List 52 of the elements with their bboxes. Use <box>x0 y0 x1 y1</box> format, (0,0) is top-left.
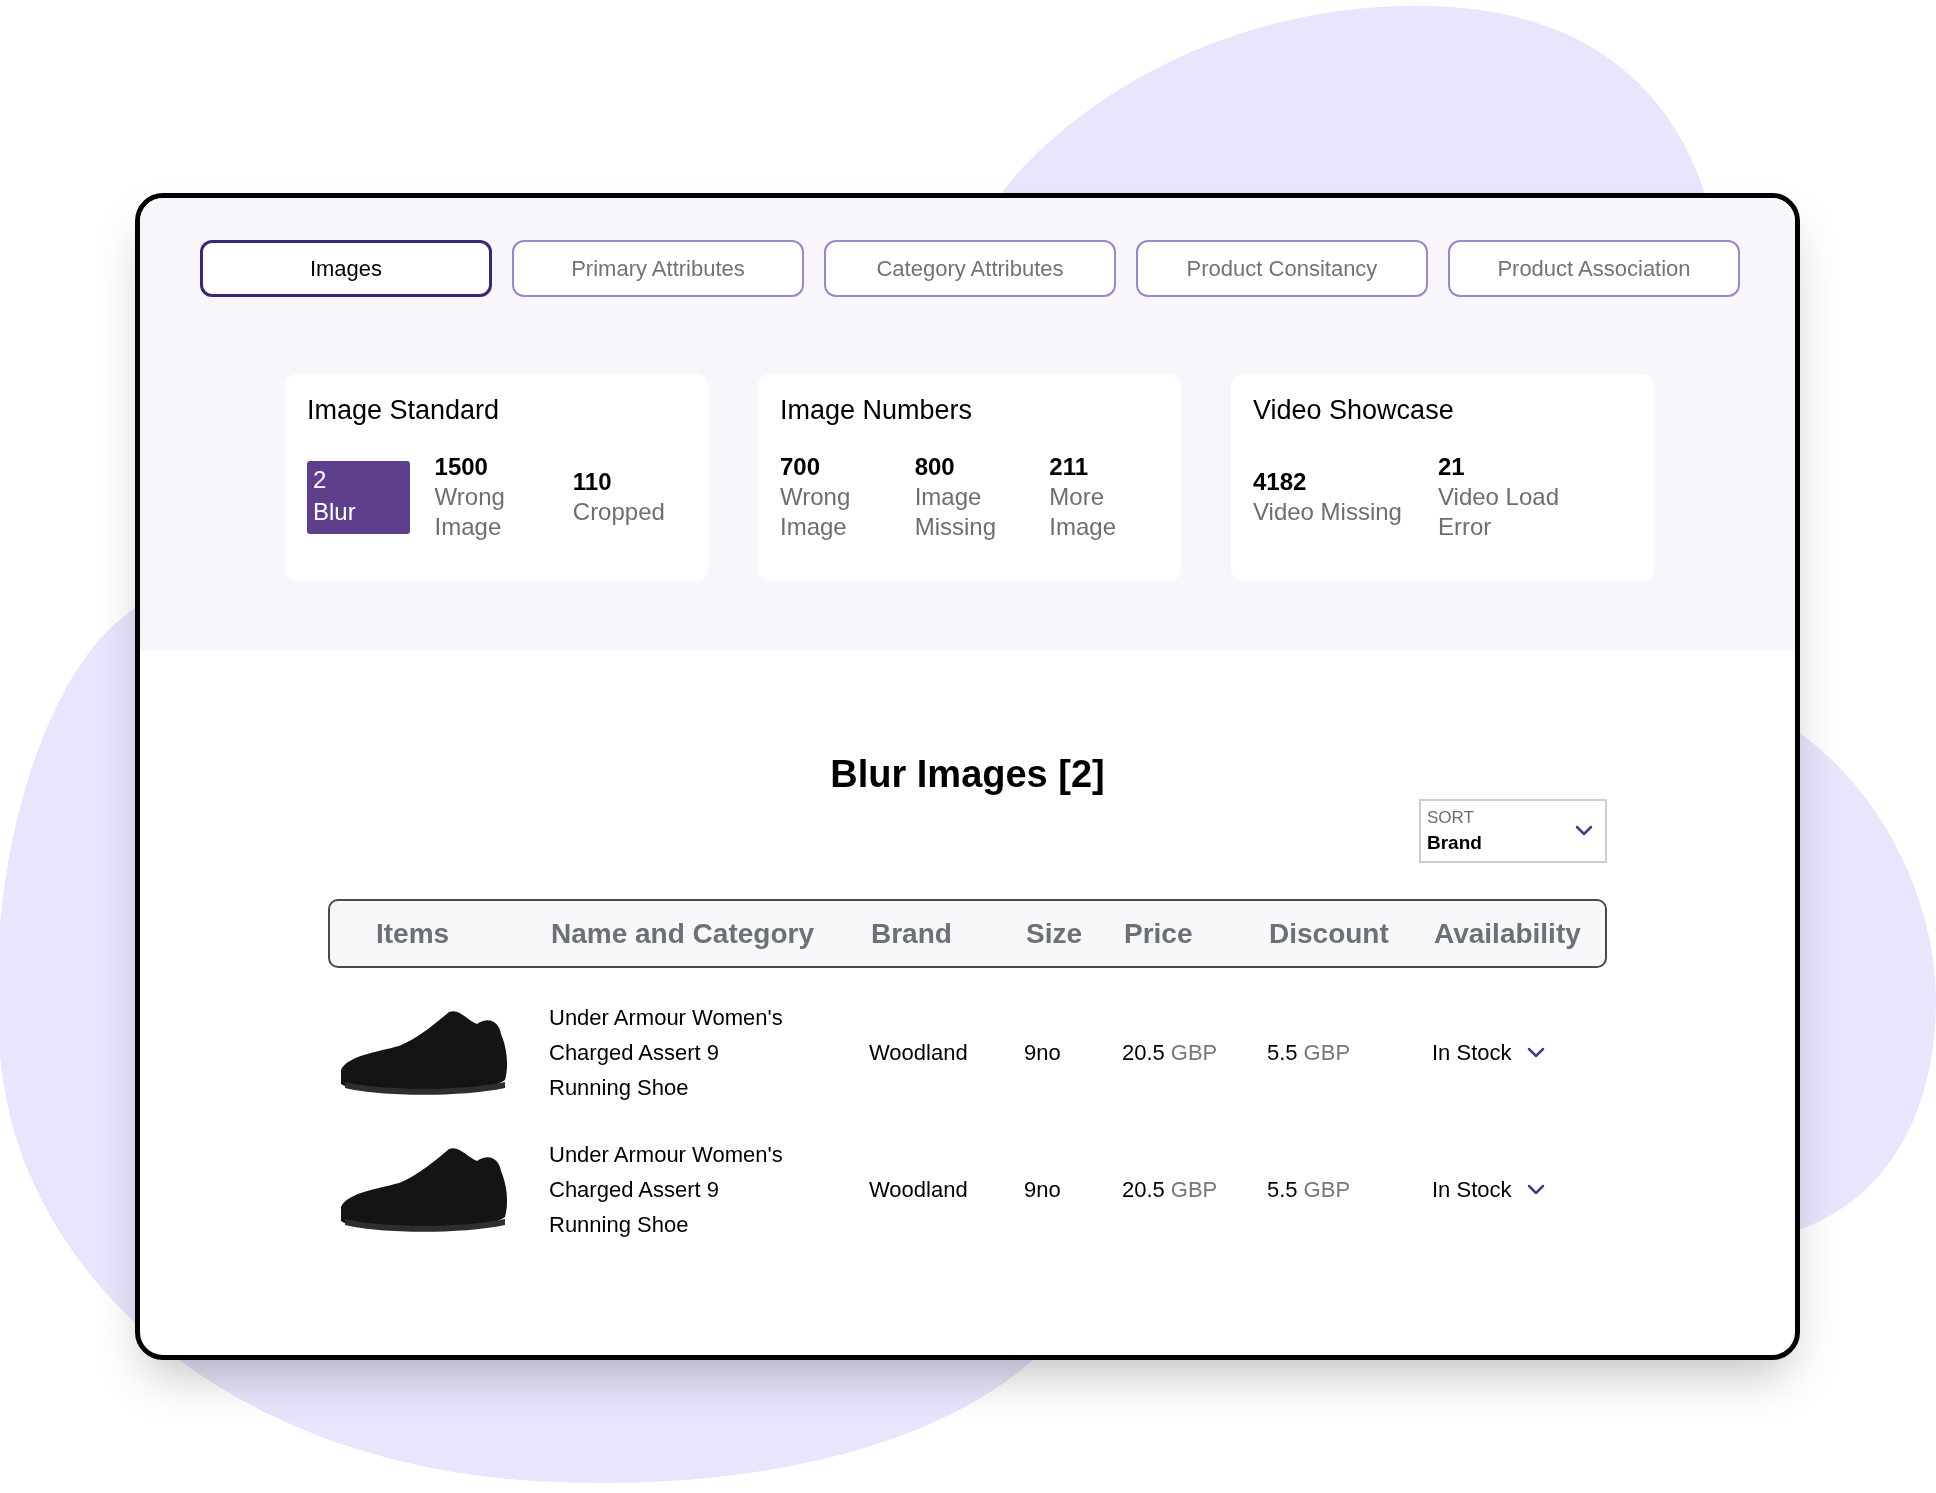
tab[interactable]: Images <box>200 240 492 297</box>
metric-label: Video Load Error <box>1438 482 1560 542</box>
metric-label: Video Missing <box>1253 497 1403 527</box>
currency-text: GBP <box>1303 1176 1351 1204</box>
tab[interactable]: Product Consitancy <box>1136 240 1428 297</box>
table-cell-text: Woodland <box>869 1176 969 1204</box>
table-cell-text: 9no <box>1024 1039 1062 1067</box>
card-title: Image Standard <box>307 394 501 427</box>
metric-value: 700 <box>780 452 822 482</box>
metric-label: Cropped <box>572 497 666 527</box>
currency-text: GBP <box>1170 1039 1218 1067</box>
column-header: Price <box>1124 916 1194 951</box>
column-header: Discount <box>1269 916 1390 951</box>
metric-label: Wrong Image <box>434 482 506 542</box>
amount-text: 5.5 <box>1267 1039 1298 1067</box>
column-header: Name and Category <box>551 916 815 951</box>
currency-text: GBP <box>1170 1176 1218 1204</box>
section-title: Blur Images [2] <box>829 752 1106 797</box>
currency-text: GBP <box>1303 1039 1351 1067</box>
metric-tile[interactable]: 2 Blur <box>307 460 410 534</box>
availability-dropdown[interactable]: In Stock <box>1432 1036 1548 1069</box>
metric-value: 800 <box>914 452 956 482</box>
product-name: Under Armour Women's Charged Assert 9 Running Shoe <box>549 1004 784 1102</box>
sort-dropdown[interactable]: SORT Brand <box>1419 799 1607 863</box>
column-header: Brand <box>871 916 953 951</box>
metric-label: Wrong Image <box>780 482 852 542</box>
metric-value: 2 <box>313 464 328 495</box>
column-header: Availability <box>1434 916 1582 951</box>
metric-label: Image Missing <box>914 482 998 542</box>
amount-text: 20.5 <box>1122 1039 1165 1067</box>
amount-text: 20.5 <box>1122 1176 1165 1204</box>
table-cell-text: 9no <box>1024 1176 1062 1204</box>
sort-label: SORT <box>1427 807 1475 829</box>
product-name: Under Armour Women's Charged Assert 9 Running Shoe <box>549 1141 784 1239</box>
metric-value: 4182 <box>1253 467 1308 497</box>
amount-text: 5.5 <box>1267 1176 1298 1204</box>
metric-label: More Image <box>1049 482 1118 542</box>
metric-value: 1500 <box>434 452 489 482</box>
metric-value: 21 <box>1438 452 1466 482</box>
sort-value: Brand <box>1427 831 1482 855</box>
metric-value: 110 <box>572 467 613 497</box>
tab[interactable]: Category Attributes <box>824 240 1116 297</box>
metric-value: 211 <box>1049 452 1090 482</box>
tab[interactable]: Product Association <box>1448 240 1740 297</box>
tab[interactable]: Primary Attributes <box>512 240 804 297</box>
table-cell-text: Woodland <box>869 1039 969 1067</box>
column-header: Items <box>375 916 451 951</box>
card-title: Image Numbers <box>780 394 974 427</box>
metric-label: Blur <box>313 496 357 527</box>
card-title: Video Showcase <box>1253 394 1455 427</box>
column-header: Size <box>1026 916 1084 951</box>
availability-dropdown[interactable]: In Stock <box>1432 1173 1548 1206</box>
